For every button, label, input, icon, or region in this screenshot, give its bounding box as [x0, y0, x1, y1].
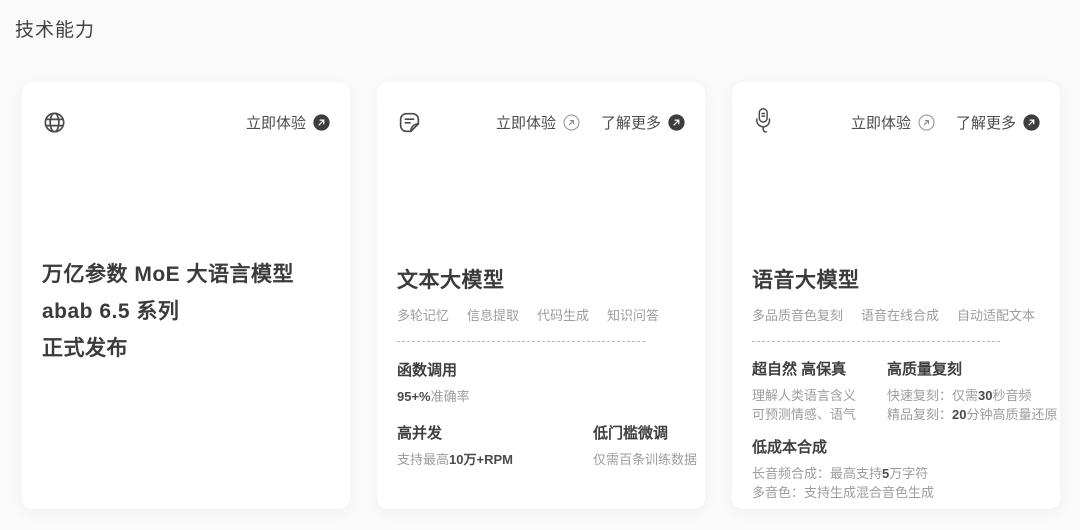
card-llm: 立即体验 万亿参数 MoE 大语言模型 abab 6.5 系列 正式发布	[22, 82, 350, 509]
tag: 自动适配文本	[957, 305, 1035, 324]
arrow-up-right-filled-icon	[1023, 114, 1040, 131]
try-now-label: 立即体验	[246, 112, 306, 133]
section-detail: 精品复刻：20分钟高质量还原	[887, 405, 1058, 424]
card-llm-links: 立即体验	[246, 112, 330, 133]
arrow-up-right-outline-icon	[918, 114, 935, 131]
section-natural: 超自然 高保真 理解人类语言含义 可预测情感、语气	[752, 358, 887, 424]
try-now-label: 立即体验	[496, 112, 556, 133]
text-segment: 准确率	[431, 389, 470, 404]
document-icon	[397, 110, 422, 135]
page-title: 技术能力	[15, 15, 95, 42]
section-heading: 高并发	[397, 422, 593, 443]
section-heading: 高质量复刻	[887, 358, 1058, 379]
title-line: abab 6.5 系列	[42, 293, 330, 330]
section-finetune: 低门槛微调 仅需百条训练数据	[593, 422, 697, 469]
text-segment: 分钟高质量还原	[966, 407, 1057, 422]
section-detail: 仅需百条训练数据	[593, 450, 697, 469]
card-text-title: 文本大模型	[397, 264, 685, 294]
section-detail: 快速复刻：仅需30秒音频	[887, 386, 1058, 405]
text-segment: 多音色：支持生成混合音色生成	[752, 485, 934, 500]
text-segment: 20	[952, 407, 966, 422]
card-speech-tags: 多品质音色复刻 语音在线合成 自动适配文本	[752, 305, 1040, 324]
globe-icon	[42, 110, 67, 135]
title-line: 万亿参数 MoE 大语言模型	[42, 256, 330, 293]
card-speech-model: 立即体验 了解更多 语音大模型 多品质音色复刻 语音在线合成 自动适配文本	[732, 82, 1060, 509]
section-detail: 95+%准确率	[397, 387, 685, 406]
section-heading: 低门槛微调	[593, 422, 697, 443]
microphone-icon	[752, 106, 774, 139]
section-detail: 可预测情感、语气	[752, 405, 887, 424]
section-lowcost: 低成本合成 长音频合成：最高支持5万字符 多音色：支持生成混合音色生成	[752, 436, 1040, 502]
tag: 多轮记忆	[397, 305, 449, 324]
tag: 语音在线合成	[861, 305, 939, 324]
try-now-link[interactable]: 立即体验	[851, 112, 935, 133]
try-now-link[interactable]: 立即体验	[496, 112, 580, 133]
text-segment: 仅需百条训练数据	[593, 452, 697, 467]
section-columns: 超自然 高保真 理解人类语言含义 可预测情感、语气 高质量复刻 快速复刻：仅需3…	[752, 358, 1040, 424]
card-llm-header: 立即体验	[42, 104, 330, 140]
card-speech-links: 立即体验 了解更多	[851, 112, 1040, 133]
text-segment: 长音频合成：最高支持	[752, 466, 882, 481]
section-detail: 多音色：支持生成混合音色生成	[752, 483, 1040, 502]
section-heading: 超自然 高保真	[752, 358, 887, 379]
section-detail: 长音频合成：最高支持5万字符	[752, 464, 1040, 483]
card-text-header: 立即体验 了解更多	[397, 104, 685, 140]
dashed-divider	[752, 341, 1000, 342]
text-segment: 快速复刻：仅需	[887, 388, 978, 403]
text-segment: 10万+RPM	[449, 452, 513, 467]
card-llm-title: 万亿参数 MoE 大语言模型 abab 6.5 系列 正式发布	[42, 256, 330, 367]
try-now-label: 立即体验	[851, 112, 911, 133]
card-speech-header: 立即体验 了解更多	[752, 104, 1040, 140]
card-speech-title: 语音大模型	[752, 264, 1040, 294]
section-heading: 函数调用	[397, 359, 685, 380]
tag: 多品质音色复刻	[752, 305, 843, 324]
text-segment: 精品复刻：	[887, 407, 952, 422]
tag: 代码生成	[537, 305, 589, 324]
text-segment: 理解人类语言含义	[752, 388, 856, 403]
text-segment: 95+%	[397, 389, 431, 404]
section-detail: 理解人类语言含义	[752, 386, 887, 405]
try-now-link[interactable]: 立即体验	[246, 112, 330, 133]
arrow-up-right-outline-icon	[563, 114, 580, 131]
text-segment: 万字符	[889, 466, 928, 481]
tag: 知识问答	[607, 305, 659, 324]
learn-more-link[interactable]: 了解更多	[956, 112, 1040, 133]
arrow-up-right-filled-icon	[313, 114, 330, 131]
card-text-model: 立即体验 了解更多 文本大模型 多轮记忆 信息提取 代码生成 知识问答	[377, 82, 705, 509]
tag: 信息提取	[467, 305, 519, 324]
card-text-tags: 多轮记忆 信息提取 代码生成 知识问答	[397, 305, 685, 324]
title-line: 正式发布	[42, 330, 330, 367]
section-heading: 低成本合成	[752, 436, 1040, 457]
card-text-links: 立即体验 了解更多	[496, 112, 685, 133]
section-columns: 高并发 支持最高10万+RPM 低门槛微调 仅需百条训练数据	[397, 422, 685, 469]
arrow-up-right-filled-icon	[668, 114, 685, 131]
text-segment: 可预测情感、语气	[752, 407, 856, 422]
learn-more-label: 了解更多	[601, 112, 661, 133]
learn-more-label: 了解更多	[956, 112, 1016, 133]
section-concurrency: 高并发 支持最高10万+RPM	[397, 422, 593, 469]
text-segment: 30	[978, 388, 992, 403]
section-clone: 高质量复刻 快速复刻：仅需30秒音频 精品复刻：20分钟高质量还原	[887, 358, 1058, 424]
section-detail: 支持最高10万+RPM	[397, 450, 593, 469]
cards-row: 立即体验 万亿参数 MoE 大语言模型 abab 6.5 系列 正式发布	[22, 82, 1060, 509]
learn-more-link[interactable]: 了解更多	[601, 112, 685, 133]
text-segment: 秒音频	[992, 388, 1031, 403]
dashed-divider	[397, 341, 645, 342]
text-segment: 支持最高	[397, 452, 449, 467]
section-function-call: 函数调用 95+%准确率	[397, 359, 685, 406]
